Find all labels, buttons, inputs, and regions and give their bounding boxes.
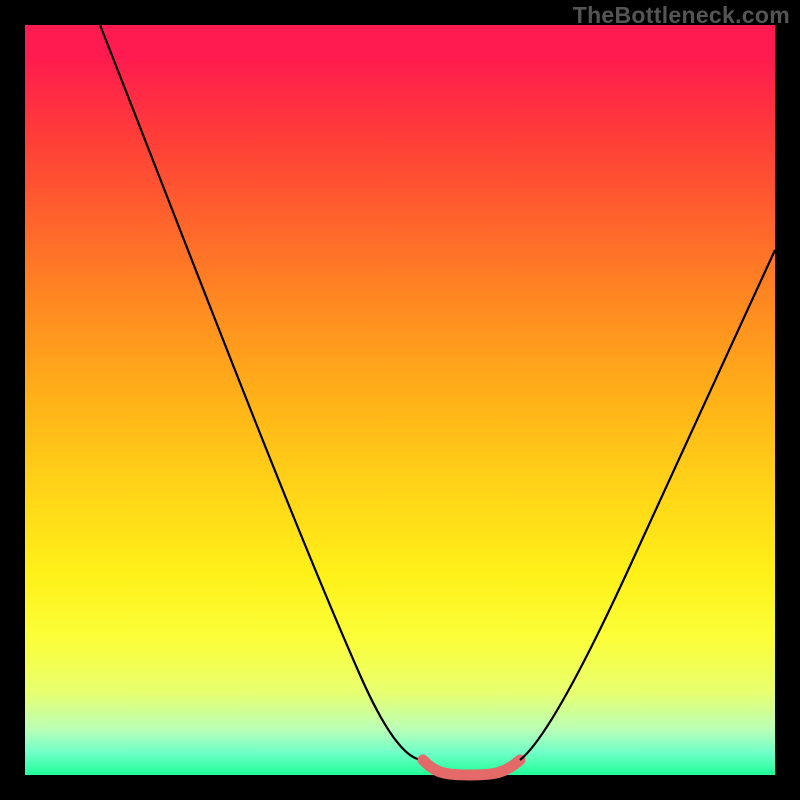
watermark-text: TheBottleneck.com — [573, 2, 790, 29]
plot-area — [25, 25, 775, 775]
right-curve — [520, 250, 775, 760]
chart-frame: TheBottleneck.com — [0, 0, 800, 800]
curve-layer — [25, 25, 775, 775]
floor-segment — [423, 760, 520, 775]
left-curve — [100, 25, 423, 760]
